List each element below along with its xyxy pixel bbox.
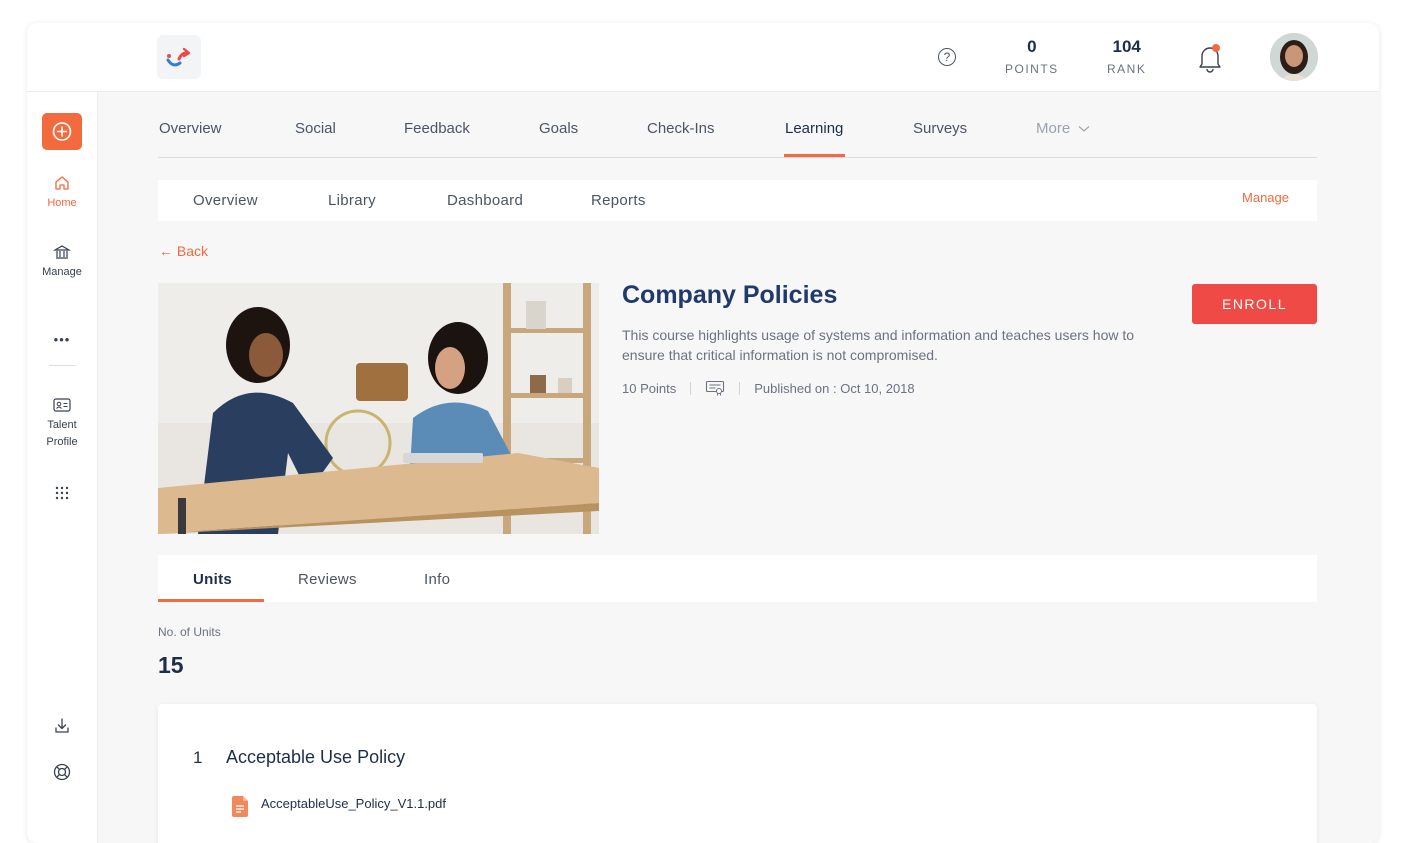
create-button[interactable] <box>42 113 82 150</box>
back-link[interactable]: ← Back <box>159 243 208 259</box>
bell-icon[interactable] <box>1197 43 1223 73</box>
units-list: 1 Acceptable Use Policy AcceptableUse_Po… <box>158 704 1317 843</box>
course-published-date: Published on : Oct 10, 2018 <box>754 380 915 396</box>
course-meta: 10 Points Published on : Oct 10, 2018 <box>622 380 915 396</box>
sidebar-item-label: Manage <box>42 266 82 278</box>
subnav-reports[interactable]: Reports <box>591 192 646 209</box>
rank-label: RANK <box>1107 62 1147 76</box>
unit-title[interactable]: Acceptable Use Policy <box>226 747 405 768</box>
course-description: This course highlights usage of systems … <box>622 327 1135 363</box>
bank-icon <box>52 245 72 259</box>
nav-feedback[interactable]: Feedback <box>404 120 470 137</box>
main-nav: Overview Social Feedback Goals Check-Ins… <box>158 93 1317 158</box>
tab-reviews[interactable]: Reviews <box>298 571 357 588</box>
course-points: 10 Points <box>622 380 677 396</box>
sidebar-divider <box>49 365 75 366</box>
lifebuoy-icon[interactable] <box>27 762 97 785</box>
unit-file-link[interactable]: AcceptableUse_Policy_V1.1.pdf <box>261 796 446 811</box>
tab-units[interactable]: Units <box>193 571 232 588</box>
units-count: 15 <box>158 652 184 678</box>
subnav-dashboard[interactable]: Dashboard <box>447 192 523 209</box>
download-icon[interactable] <box>27 717 97 738</box>
certificate-icon <box>706 380 725 396</box>
nav-more-label: More <box>1036 120 1071 137</box>
nav-learning[interactable]: Learning <box>785 120 843 137</box>
unit-number: 1 <box>193 748 203 767</box>
app-window: ? 0 POINTS 104 RANK Home Manage ••• Tale… <box>27 23 1379 843</box>
sidebar-item-label: Talent Profile <box>46 419 78 448</box>
points-stat: 0 POINTS <box>1005 37 1059 76</box>
sidebar-item-talent-profile[interactable]: Talent Profile <box>27 396 97 451</box>
plus-circle-icon <box>52 122 72 141</box>
manage-link[interactable]: Manage <box>1242 190 1289 205</box>
sidebar-item-label: Home <box>47 197 77 209</box>
app-logo-icon[interactable] <box>157 35 201 79</box>
nav-more[interactable]: More <box>1036 120 1090 137</box>
points-value: 0 <box>1027 37 1037 56</box>
sidebar-item-manage[interactable]: Manage <box>27 243 97 281</box>
rank-stat: 104 RANK <box>1107 37 1146 76</box>
id-card-icon <box>53 398 71 412</box>
tab-info[interactable]: Info <box>424 571 450 588</box>
nav-goals[interactable]: Goals <box>539 120 578 137</box>
points-label: POINTS <box>1005 62 1059 76</box>
active-nav-indicator <box>784 154 845 157</box>
avatar[interactable] <box>1270 33 1318 81</box>
pdf-file-icon <box>232 796 248 817</box>
active-tab-indicator <box>158 599 264 602</box>
home-icon <box>55 176 69 190</box>
meta-separator <box>690 381 692 395</box>
notification-dot <box>1212 44 1220 52</box>
course-title: Company Policies <box>622 281 838 309</box>
nav-check-ins[interactable]: Check-Ins <box>647 120 715 137</box>
sub-nav: Overview Library Dashboard Reports Manag… <box>158 180 1317 221</box>
dots-horizontal-icon[interactable]: ••• <box>27 332 97 347</box>
sidebar-item-home[interactable]: Home <box>27 174 97 212</box>
nav-surveys[interactable]: Surveys <box>913 120 967 137</box>
top-bar: ? 0 POINTS 104 RANK <box>27 23 1379 92</box>
chevron-down-icon <box>1078 126 1090 132</box>
subnav-library[interactable]: Library <box>328 192 376 209</box>
subnav-overview[interactable]: Overview <box>193 192 258 209</box>
rank-value: 104 <box>1112 37 1141 56</box>
nav-overview[interactable]: Overview <box>159 120 222 137</box>
meta-separator <box>739 381 741 395</box>
help-circle-icon[interactable]: ? <box>938 48 956 66</box>
course-tabs: Units Reviews Info <box>158 555 1317 602</box>
enroll-button[interactable]: ENROLL <box>1192 284 1317 324</box>
sidebar: Home Manage ••• Talent Profile <box>27 92 98 843</box>
grid-icon[interactable] <box>27 485 97 504</box>
units-count-label: No. of Units <box>158 625 221 639</box>
nav-social[interactable]: Social <box>295 120 336 137</box>
course-image <box>158 283 599 534</box>
